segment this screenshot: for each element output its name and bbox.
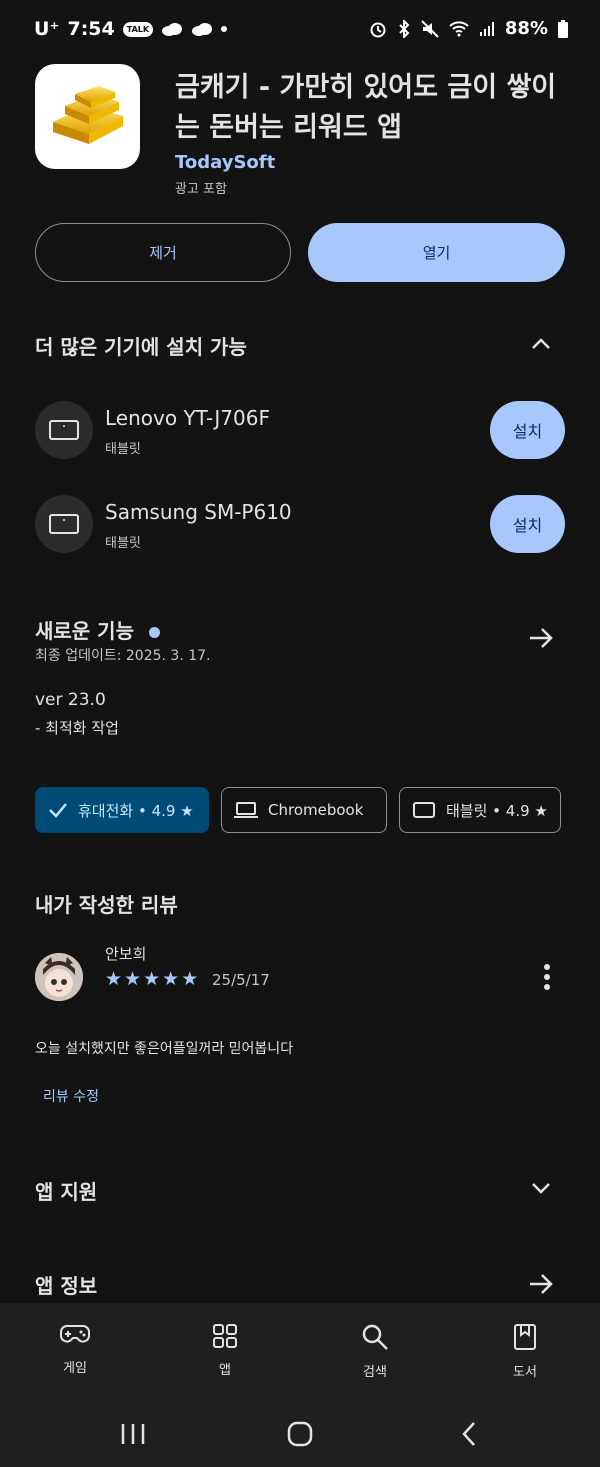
wifi-icon — [449, 20, 469, 36]
app-info-title[interactable]: 앱 정보 — [35, 1270, 97, 1299]
book-icon — [514, 1324, 536, 1350]
tablet-icon — [35, 495, 93, 553]
edit-review-link[interactable]: 리뷰 수정 — [43, 1086, 99, 1106]
star-icon: ★ — [105, 968, 123, 990]
laptop-icon — [234, 802, 258, 818]
nav-games[interactable]: 게임 — [20, 1323, 130, 1376]
my-review-title: 내가 작성한 리뷰 — [35, 893, 178, 917]
avatar — [35, 953, 83, 1001]
app-support-title[interactable]: 앱 지원 — [35, 1176, 97, 1205]
gamepad-icon — [60, 1325, 90, 1343]
chip-label: 휴대전화 • 4.9 ★ — [78, 801, 194, 820]
cloud-icon — [162, 23, 183, 36]
device-name: Samsung SM-P610 — [105, 500, 292, 524]
notification-dot — [221, 26, 228, 32]
nav-search[interactable]: 검색 — [320, 1323, 430, 1380]
chip-chromebook[interactable]: Chromebook — [221, 787, 387, 833]
carrier-label: U⁺ — [34, 18, 60, 40]
device-type: 태블릿 — [105, 442, 141, 457]
remove-button[interactable]: 제거 — [35, 223, 291, 282]
nav-label: 게임 — [63, 1361, 87, 1376]
alarm-icon — [370, 22, 386, 37]
install-button[interactable]: 설치 — [490, 401, 565, 459]
devices-section-title: 더 많은 기기에 설치 가능 — [35, 335, 247, 359]
battery-percent: 88% — [504, 18, 548, 39]
release-note: - 최적화 작업 — [35, 719, 119, 737]
chevron-up-icon[interactable] — [530, 334, 552, 354]
status-bar: U⁺ 7:54 TALK 88% — [0, 0, 600, 62]
clock: 7:54 — [67, 18, 115, 40]
review-author: 안보희 — [105, 945, 147, 963]
new-dot-icon — [148, 627, 160, 638]
nav-apps[interactable]: 앱 — [170, 1323, 280, 1378]
star-icon: ★ — [181, 968, 199, 990]
app-title: 금캐기 - 가만히 있어도 금이 쌓이는 돈버는 리워드 앱 — [175, 72, 557, 143]
chip-label: Chromebook — [268, 801, 364, 819]
review-text: 오늘 설치했지만 좋은어플일꺼라 믿어봅니다 — [35, 1041, 294, 1057]
gold-bars-icon — [53, 86, 123, 144]
apps-grid-icon — [213, 1324, 237, 1348]
bluetooth-icon — [399, 19, 410, 38]
chip-tablet[interactable]: 태블릿 • 4.9 ★ — [399, 787, 561, 833]
arrow-right-icon[interactable] — [528, 1272, 554, 1296]
back-icon[interactable] — [460, 1421, 478, 1447]
open-button[interactable]: 열기 — [308, 223, 565, 282]
nav-label: 도서 — [513, 1365, 537, 1380]
kakaotalk-icon: TALK — [122, 21, 154, 37]
home-icon[interactable] — [287, 1421, 313, 1447]
review-date: 25/5/17 — [212, 971, 270, 989]
chevron-down-icon[interactable] — [530, 1178, 552, 1198]
cloud-icon — [192, 23, 213, 36]
mute-icon — [421, 19, 439, 38]
chip-label: 태블릿 • 4.9 ★ — [446, 801, 548, 820]
star-icon: ★ — [143, 968, 161, 990]
arrow-right-icon[interactable] — [528, 626, 554, 650]
whats-new-title[interactable]: 새로운 기능 — [35, 615, 160, 644]
device-name: Lenovo YT-J706F — [105, 406, 270, 430]
whats-new-label: 새로운 기능 — [35, 619, 134, 643]
last-updated: 최종 업데이트: 2025. 3. 17. — [35, 648, 211, 664]
app-icon — [35, 64, 140, 169]
battery-icon — [558, 19, 568, 38]
star-icon: ★ — [162, 968, 180, 990]
chip-phone[interactable]: 휴대전화 • 4.9 ★ — [35, 787, 209, 833]
more-vert-icon[interactable] — [537, 963, 557, 991]
system-nav-bar — [0, 1400, 600, 1467]
review-stars: ★ ★ ★ ★ ★ — [105, 968, 198, 990]
search-icon — [362, 1324, 388, 1350]
device-type: 태블릿 — [105, 536, 141, 551]
nav-label: 앱 — [219, 1363, 231, 1378]
install-button[interactable]: 설치 — [490, 495, 565, 553]
signal-icon — [479, 21, 494, 36]
nav-label: 검색 — [363, 1365, 387, 1380]
recent-apps-icon[interactable] — [120, 1422, 146, 1446]
star-icon: ★ — [124, 968, 142, 990]
nav-books[interactable]: 도서 — [470, 1323, 580, 1380]
version-text: ver 23.0 — [35, 690, 106, 710]
developer-link[interactable]: TodaySoft — [175, 152, 275, 173]
tablet-icon — [413, 802, 435, 818]
tablet-icon — [35, 401, 93, 459]
check-icon — [49, 803, 67, 818]
ad-note: 광고 포함 — [175, 182, 227, 197]
